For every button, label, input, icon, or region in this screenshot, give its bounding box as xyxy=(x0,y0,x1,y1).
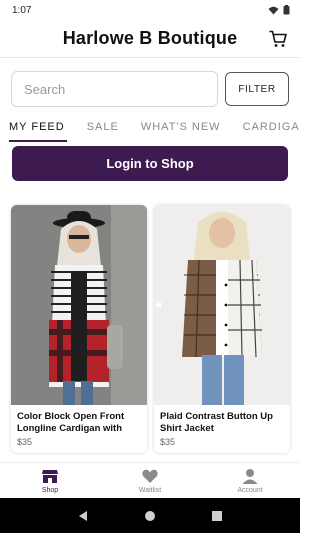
status-time: 1:07 xyxy=(12,4,32,16)
nav-shop[interactable]: Shop xyxy=(0,463,100,498)
system-nav-bar xyxy=(0,498,300,533)
tab-my-feed[interactable]: MY FEED xyxy=(9,116,67,142)
back-icon[interactable] xyxy=(77,510,89,522)
status-bar: 1:07 xyxy=(0,0,300,20)
product-feed: Color Block Open Front Longline Cardigan… xyxy=(11,205,290,453)
product-name[interactable]: Plaid Contrast Button Up Shirt Jacket xyxy=(160,411,288,435)
product-image[interactable] xyxy=(154,205,290,405)
app-header: Harlowe B Boutique xyxy=(0,20,300,58)
product-price: $35 xyxy=(160,437,176,447)
bottom-nav: Shop Waitlist Account xyxy=(0,462,300,498)
nav-label-shop: Shop xyxy=(41,487,59,494)
search-row: FILTER xyxy=(11,71,289,107)
home-icon[interactable] xyxy=(144,510,156,522)
tab-cardigans[interactable]: CARDIGANS xyxy=(243,116,300,142)
recents-icon[interactable] xyxy=(211,510,223,522)
nav-waitlist[interactable]: Waitlist xyxy=(100,463,200,498)
wifi-icon xyxy=(268,6,279,14)
category-tabs: MY FEED SALE WHAT'S NEW CARDIGANS xyxy=(0,116,300,142)
product-card[interactable]: ◀ Plaid Contrast Button Up Shirt Jacket … xyxy=(154,205,290,453)
product-image[interactable] xyxy=(11,205,147,405)
app-title: Harlowe B Boutique xyxy=(62,28,238,48)
search-input[interactable] xyxy=(11,71,218,107)
shop-icon xyxy=(42,470,58,483)
nav-label-waitlist: Waitlist xyxy=(138,487,162,494)
filter-button[interactable]: FILTER xyxy=(225,72,289,106)
product-card[interactable]: Color Block Open Front Longline Cardigan… xyxy=(11,205,147,453)
tab-sale[interactable]: SALE xyxy=(87,116,119,142)
heart-icon xyxy=(142,469,158,483)
product-name[interactable]: Color Block Open Front Longline Cardigan… xyxy=(17,411,145,435)
cart-icon[interactable] xyxy=(268,29,288,49)
status-icons xyxy=(268,5,290,15)
product-price: $35 xyxy=(17,437,33,447)
image-left-arrow-icon[interactable]: ◀ xyxy=(155,300,161,309)
account-icon xyxy=(242,469,258,484)
nav-account[interactable]: Account xyxy=(200,463,300,498)
tab-whats-new[interactable]: WHAT'S NEW xyxy=(141,116,221,142)
nav-label-account: Account xyxy=(237,487,263,494)
login-to-shop-button[interactable]: Login to Shop xyxy=(12,146,288,181)
battery-icon xyxy=(283,5,290,15)
